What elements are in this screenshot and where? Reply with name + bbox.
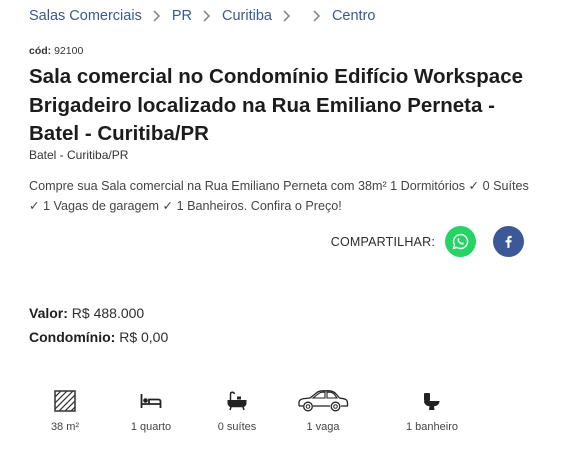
chevron-right-icon <box>309 10 325 22</box>
listing-code: cód: 92100 <box>29 45 83 57</box>
share-label: COMPARTILHAR: <box>330 234 435 249</box>
features-list: 38 m² 1 quarto 0 suítes 1 vaga 1 banheir… <box>0 388 567 438</box>
listing-description: Compre sua Sala comercial na Rua Emilian… <box>29 179 529 213</box>
condominio-value: R$ 0,00 <box>119 329 169 345</box>
feature-suites: 0 suítes <box>212 388 262 433</box>
bathtub-icon <box>226 388 248 414</box>
breadcrumb-centro[interactable]: Centro <box>332 8 376 24</box>
feature-area-text: 38 m² <box>50 421 80 433</box>
feature-parking-text: 1 vaga <box>306 421 340 433</box>
feature-bedrooms: 1 quarto <box>123 388 179 433</box>
valor-value: R$ 488.000 <box>71 305 145 321</box>
feature-bedrooms-text: 1 quarto <box>130 421 172 433</box>
whatsapp-share-button[interactable] <box>445 226 476 257</box>
facebook-share-button[interactable] <box>493 226 524 257</box>
code-value: 92100 <box>54 45 84 57</box>
price-condominio: Condomínio: R$ 0,00 <box>29 329 168 345</box>
listing-location: Batel - Curitiba/PR <box>29 148 129 162</box>
code-label: cód: <box>29 45 52 57</box>
breadcrumb: Salas Comerciais PR Curitiba Centro <box>29 6 375 26</box>
chevron-right-icon <box>149 10 165 22</box>
price-valor: Valor: R$ 488.000 <box>29 305 144 321</box>
valor-label: Valor: <box>29 305 68 321</box>
feature-parking: 1 vaga <box>295 388 351 433</box>
page-title: Sala comercial no Condomínio Edifício Wo… <box>29 65 524 145</box>
bed-icon <box>140 388 162 414</box>
chevron-right-icon <box>279 10 295 22</box>
feature-suites-text: 0 suítes <box>217 421 257 433</box>
breadcrumb-curitiba[interactable]: Curitiba <box>222 8 272 24</box>
chevron-right-icon <box>199 10 215 22</box>
facebook-icon <box>505 235 512 248</box>
feature-area: 38 m² <box>49 388 81 433</box>
feature-bathrooms: 1 banheiro <box>402 388 462 433</box>
area-icon <box>54 388 76 414</box>
breadcrumb-salas-comerciais[interactable]: Salas Comerciais <box>29 8 142 24</box>
condominio-label: Condomínio: <box>29 329 116 345</box>
whatsapp-icon <box>452 233 469 250</box>
toilet-icon <box>422 388 442 414</box>
car-icon <box>296 388 350 414</box>
breadcrumb-pr[interactable]: PR <box>172 8 192 24</box>
feature-bathrooms-text: 1 banheiro <box>406 421 458 433</box>
share-bar: COMPARTILHAR: <box>331 226 524 257</box>
